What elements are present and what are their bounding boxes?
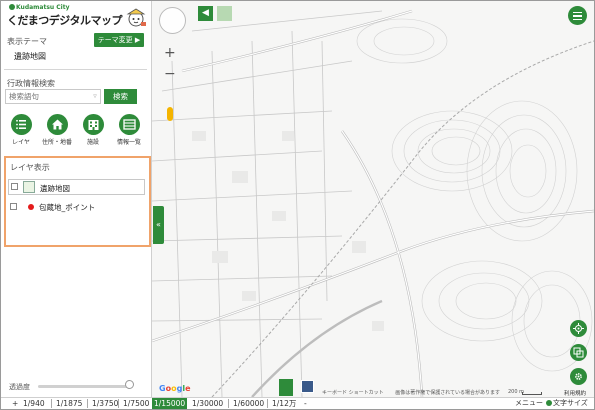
map-attribution: キーボード ショートカット 画像は著作権で保護されている場合があります (322, 389, 510, 396)
layer-name: 包蔵地_ポイント (39, 203, 96, 212)
zoom-out-button[interactable]: − (164, 66, 176, 82)
separator (267, 399, 268, 408)
mascot-icon (126, 8, 146, 27)
opacity-slider-handle[interactable] (125, 380, 134, 389)
layer-item[interactable]: 遺跡地図 (8, 179, 145, 195)
theme-label: 表示テーマ (7, 37, 47, 46)
separator (87, 399, 88, 408)
scale-expander[interactable]: + (10, 398, 20, 409)
layer-panel-title: レイヤ表示 (10, 163, 50, 172)
search-input[interactable] (5, 89, 101, 104)
tool-label: 施設 (86, 139, 99, 146)
footer-controls: メニュー 文字サイズ (515, 398, 588, 409)
search-label: 行政情報検索 (7, 79, 55, 88)
city-label-text: Kudamatsu City (16, 4, 70, 11)
copyright-text: 画像は著作権で保護されている場合があります (395, 390, 501, 396)
app-logo[interactable]: Kudamatsu City くだまつデジタルマップ (5, 4, 150, 30)
menu-link[interactable]: メニュー (515, 399, 543, 407)
opacity-slider[interactable] (38, 385, 130, 388)
tool-label: レイヤ (12, 139, 30, 146)
keyboard-shortcuts-link[interactable]: キーボード ショートカット (322, 390, 384, 396)
table-icon (118, 114, 140, 135)
scale-option[interactable]: 1/7500 (121, 398, 151, 409)
crosshair-icon (573, 323, 584, 334)
layer-checkbox[interactable] (10, 203, 17, 210)
streetview-icon[interactable] (279, 379, 293, 396)
scale-option[interactable]: 1/60000 (231, 398, 266, 409)
tool-address-button[interactable]: 住所・地番 (41, 114, 73, 146)
tool-layer-button[interactable]: レイヤ (5, 114, 37, 146)
city-badge-icon (9, 4, 15, 10)
scale-option[interactable]: 1/1875 (54, 398, 84, 409)
layer-item[interactable]: 包蔵地_ポイント (8, 200, 145, 214)
separator (51, 399, 52, 408)
dropdown-icon[interactable]: ▿ (91, 92, 99, 101)
tool-facility-button[interactable]: 施設 (77, 114, 109, 146)
tool-label: 住所・地番 (41, 139, 72, 146)
map-tiles (152, 1, 594, 397)
search-button[interactable]: 検索 (104, 89, 137, 104)
map-canvas[interactable] (152, 1, 594, 397)
scale-option[interactable]: 1/940 (21, 398, 47, 409)
layer-checkbox[interactable] (11, 183, 18, 190)
current-theme: 遺跡地図 (14, 52, 46, 61)
layer-panel: レイヤ表示 遺跡地図 包蔵地_ポイント (4, 156, 151, 247)
font-size-link[interactable]: 文字サイズ (553, 399, 588, 407)
house-icon (46, 114, 68, 135)
pegman-icon[interactable] (167, 107, 173, 121)
divider (4, 69, 147, 70)
scale-option[interactable]: 1/30000 (190, 398, 225, 409)
scale-bar (522, 392, 542, 395)
list-icon (10, 114, 32, 135)
city-label: Kudamatsu City (9, 4, 70, 11)
forward-button[interactable] (217, 6, 232, 21)
app-title: くだまつデジタルマップ (7, 14, 123, 27)
locate-button[interactable] (570, 320, 587, 337)
separator (118, 399, 119, 408)
google-logo: Google (159, 384, 191, 393)
menu-icon[interactable] (568, 6, 587, 25)
gear-icon (575, 373, 582, 380)
scale-more[interactable]: - (302, 398, 309, 409)
stack-icon (573, 347, 584, 358)
separator (228, 399, 229, 408)
theme-change-button[interactable]: テーマ変更 ▶ (94, 33, 144, 47)
settings-button[interactable] (570, 368, 587, 385)
zoom-in-button[interactable]: + (164, 45, 176, 61)
building-icon (82, 114, 104, 135)
layer-name: 遺跡地図 (40, 184, 70, 193)
scale-selector-bar: + 1/940 1/1875 1/3750 1/7500 1/15000 1/3… (1, 397, 594, 409)
fab-label[interactable]: 利用規約 (564, 389, 586, 397)
scale-option-active[interactable]: 1/15000 (152, 398, 188, 409)
sidebar-collapse-tab[interactable]: « (153, 206, 164, 244)
tool-row: レイヤ 住所・地番 施設 情報一覧 (5, 114, 145, 150)
font-size-icon (546, 400, 552, 406)
opacity-label: 透過度 (9, 383, 30, 391)
satellite-thumbnail-icon[interactable] (301, 380, 314, 393)
red-point-icon (28, 204, 34, 210)
tool-label: 情報一覧 (116, 139, 141, 146)
scale-option[interactable]: 1/12万 (270, 398, 298, 409)
map-layer-icon (23, 181, 35, 193)
scale-option[interactable]: 1/3750 (90, 398, 120, 409)
layers-switch-button[interactable] (570, 344, 587, 361)
back-button[interactable]: ◀ (198, 6, 213, 21)
pan-compass-icon[interactable] (159, 7, 186, 34)
tool-info-list-button[interactable]: 情報一覧 (113, 114, 145, 146)
